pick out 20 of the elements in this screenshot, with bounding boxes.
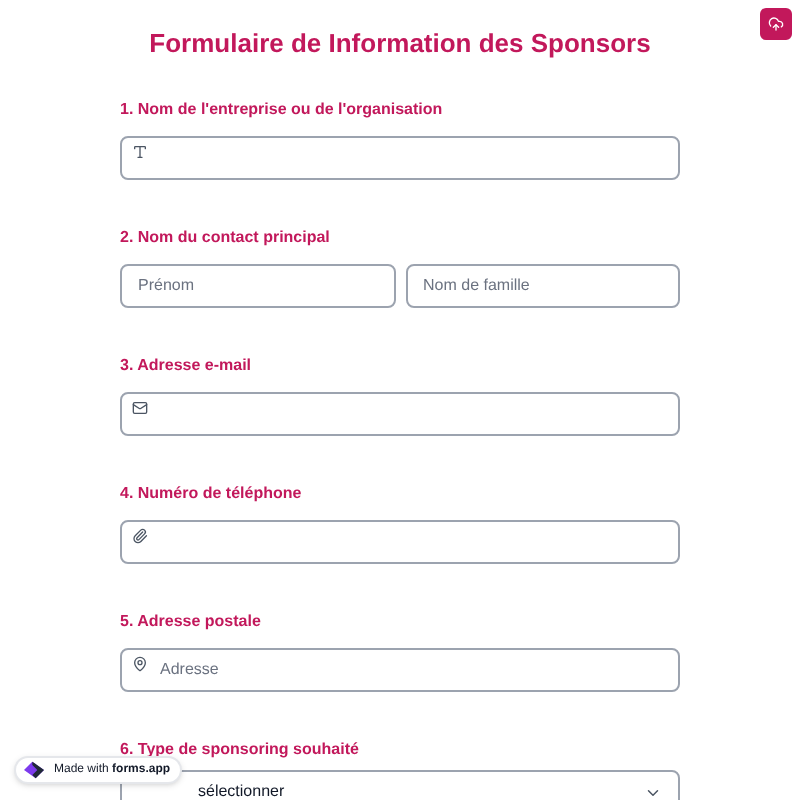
question-label: 3. Adresse e-mail [120,356,254,376]
upload-button[interactable] [760,8,792,40]
map-pin-icon [132,656,148,672]
input-field[interactable] [120,519,680,563]
question-label: 5. Adresse postale [120,612,263,632]
mail-icon [132,400,148,416]
cloud-upload-icon [768,16,784,32]
input-field[interactable]: Nom de famille [405,263,680,307]
question-label: 2. Nom du contact principal [120,228,332,248]
input-field[interactable]: Prénom [120,263,395,307]
logo-icon [22,760,46,780]
question-label: 4. Numéro de téléphone [120,484,304,504]
input-field[interactable]: Adresse [120,647,680,691]
input-field[interactable] [120,391,680,435]
text-icon [132,144,148,160]
input-field[interactable] [120,135,680,179]
question-label: 6. Type de sponsoring souhaité [120,740,361,760]
form-title: Formulaire de Information des Sponsors [147,28,653,60]
paperclip-icon [132,528,148,544]
question-label: 1. Nom de l'entreprise ou de l'organisation [120,100,445,120]
